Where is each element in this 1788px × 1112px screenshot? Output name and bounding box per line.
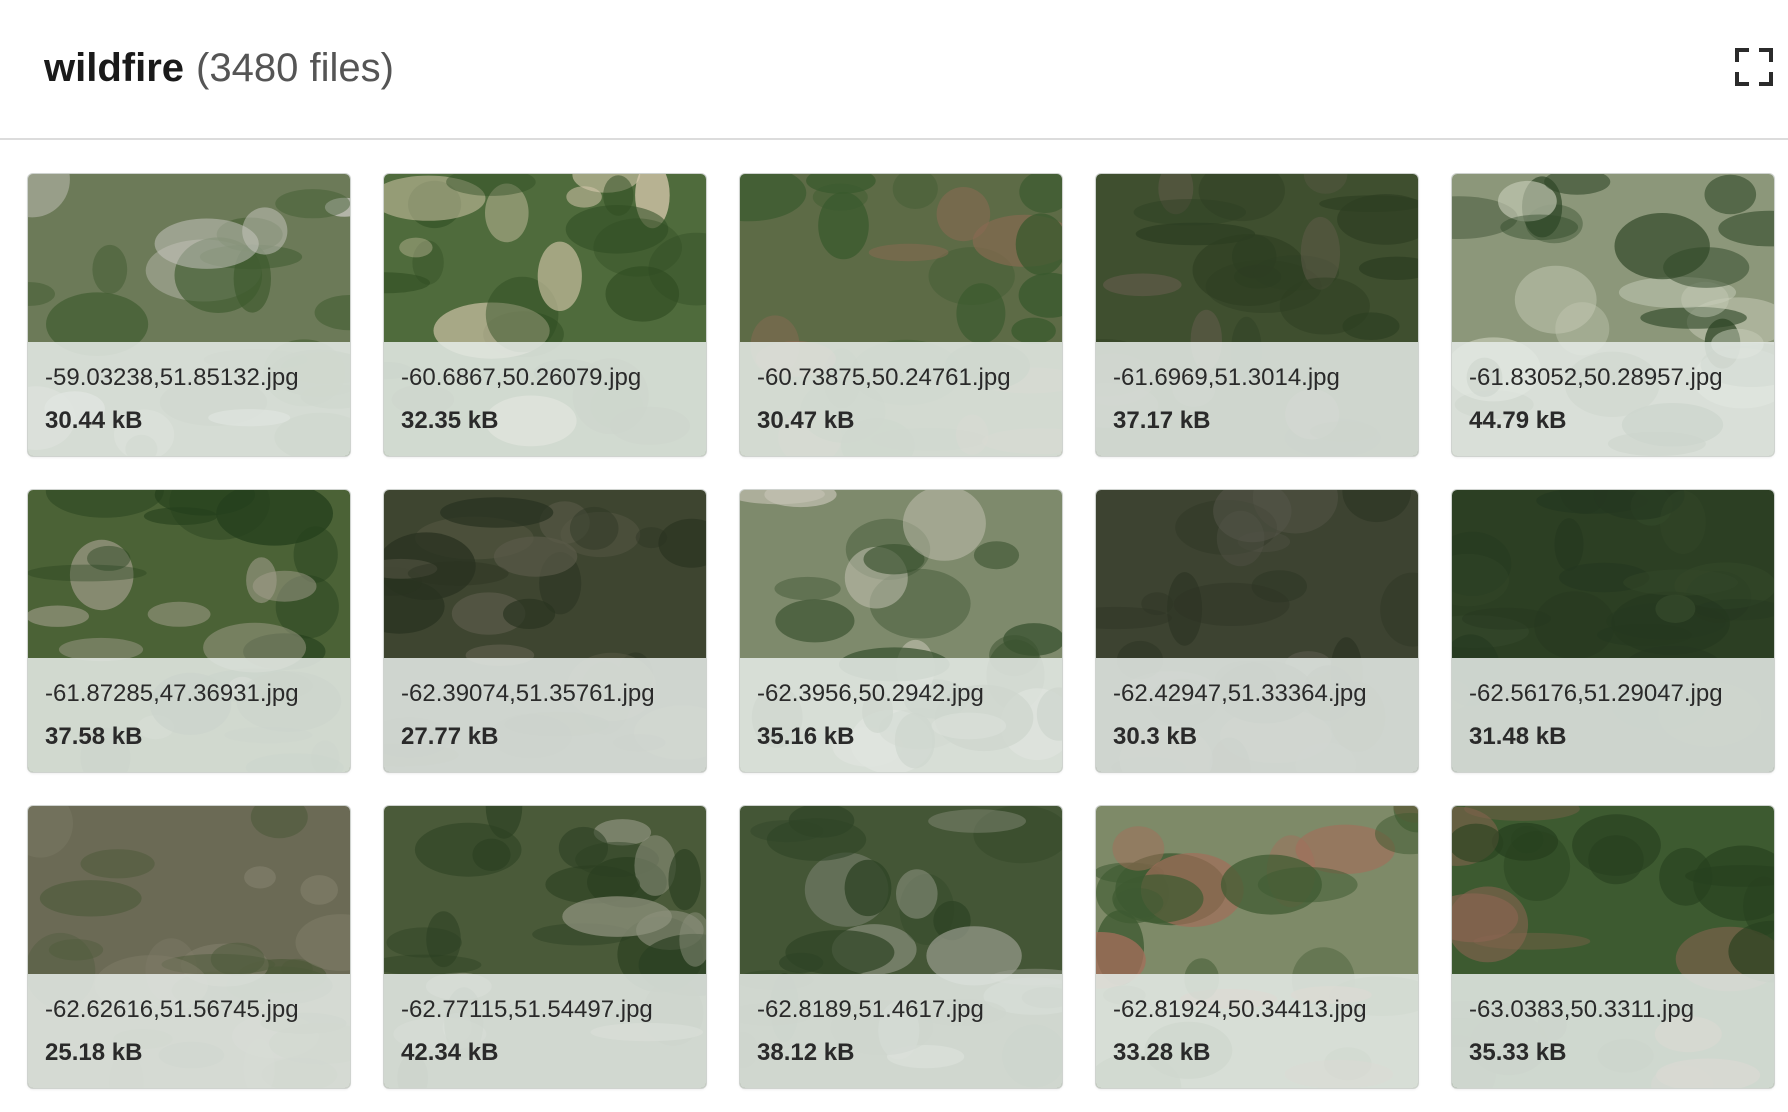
fullscreen-icon[interactable] <box>1735 48 1773 86</box>
file-name: -60.73875,50.24761.jpg <box>757 364 1011 391</box>
file-card[interactable]: -63.0383,50.3311.jpg 35.33 kB <box>1452 806 1774 1088</box>
file-size: 33.28 kB <box>1113 1039 1211 1066</box>
file-caption: -62.8189,51.4617.jpg 38.12 kB <box>740 974 1062 1088</box>
file-size: 30.44 kB <box>45 407 143 434</box>
file-name: -61.83052,50.28957.jpg <box>1469 364 1723 391</box>
file-name: -61.6969,51.3014.jpg <box>1113 364 1340 391</box>
gallery-header: wildfire (3480 files) <box>0 0 1788 140</box>
file-caption: -60.73875,50.24761.jpg 30.47 kB <box>740 342 1062 456</box>
file-card[interactable]: -62.77115,51.54497.jpg 42.34 kB <box>384 806 706 1088</box>
file-caption: -62.3956,50.2942.jpg 35.16 kB <box>740 658 1062 772</box>
file-name: -62.8189,51.4617.jpg <box>757 996 984 1023</box>
file-name: -62.42947,51.33364.jpg <box>1113 680 1367 707</box>
file-name: -62.56176,51.29047.jpg <box>1469 680 1723 707</box>
file-size: 44.79 kB <box>1469 407 1567 434</box>
file-caption: -62.56176,51.29047.jpg 31.48 kB <box>1452 658 1774 772</box>
file-size: 35.33 kB <box>1469 1039 1567 1066</box>
file-size: 30.3 kB <box>1113 723 1198 750</box>
file-size: 31.48 kB <box>1469 723 1567 750</box>
file-caption: -62.62616,51.56745.jpg 25.18 kB <box>28 974 350 1088</box>
file-size: 30.47 kB <box>757 407 855 434</box>
file-caption: -62.81924,50.34413.jpg 33.28 kB <box>1096 974 1418 1088</box>
file-caption: -61.83052,50.28957.jpg 44.79 kB <box>1452 342 1774 456</box>
file-size: 42.34 kB <box>401 1039 499 1066</box>
file-caption: -61.6969,51.3014.jpg 37.17 kB <box>1096 342 1418 456</box>
file-name: -59.03238,51.85132.jpg <box>45 364 299 391</box>
file-card[interactable]: -60.73875,50.24761.jpg 30.47 kB <box>740 174 1062 456</box>
file-count: (3480 files) <box>196 46 394 90</box>
file-caption: -60.6867,50.26079.jpg 32.35 kB <box>384 342 706 456</box>
file-card[interactable]: -62.3956,50.2942.jpg 35.16 kB <box>740 490 1062 772</box>
file-size: 35.16 kB <box>757 723 855 750</box>
file-card[interactable]: -61.87285,47.36931.jpg 37.58 kB <box>28 490 350 772</box>
dataset-name: wildfire <box>44 46 185 90</box>
file-card[interactable]: -61.6969,51.3014.jpg 37.17 kB <box>1096 174 1418 456</box>
file-caption: -62.42947,51.33364.jpg 30.3 kB <box>1096 658 1418 772</box>
file-card[interactable]: -60.6867,50.26079.jpg 32.35 kB <box>384 174 706 456</box>
file-size: 38.12 kB <box>757 1039 855 1066</box>
file-caption: -62.77115,51.54497.jpg 42.34 kB <box>384 974 706 1088</box>
file-name: -62.3956,50.2942.jpg <box>757 680 984 707</box>
file-caption: -63.0383,50.3311.jpg 35.33 kB <box>1452 974 1774 1088</box>
file-card[interactable]: -62.42947,51.33364.jpg 30.3 kB <box>1096 490 1418 772</box>
gallery-title: wildfire (3480 files) <box>44 42 394 94</box>
file-name: -62.77115,51.54497.jpg <box>401 996 653 1023</box>
file-name: -61.87285,47.36931.jpg <box>45 680 299 707</box>
file-size: 32.35 kB <box>401 407 499 434</box>
file-size: 25.18 kB <box>45 1039 143 1066</box>
file-caption: -59.03238,51.85132.jpg 30.44 kB <box>28 342 350 456</box>
file-name: -62.62616,51.56745.jpg <box>45 996 299 1023</box>
file-name: -62.39074,51.35761.jpg <box>401 680 655 707</box>
file-card[interactable]: -59.03238,51.85132.jpg 30.44 kB <box>28 174 350 456</box>
file-size: 37.58 kB <box>45 723 143 750</box>
file-caption: -61.87285,47.36931.jpg 37.58 kB <box>28 658 350 772</box>
file-card[interactable]: -62.39074,51.35761.jpg 27.77 kB <box>384 490 706 772</box>
file-size: 27.77 kB <box>401 723 499 750</box>
fullscreen-icon-svg <box>1735 48 1773 86</box>
file-caption: -62.39074,51.35761.jpg 27.77 kB <box>384 658 706 772</box>
file-name: -63.0383,50.3311.jpg <box>1469 996 1695 1023</box>
file-card[interactable]: -61.83052,50.28957.jpg 44.79 kB <box>1452 174 1774 456</box>
file-size: 37.17 kB <box>1113 407 1211 434</box>
file-card[interactable]: -62.81924,50.34413.jpg 33.28 kB <box>1096 806 1418 1088</box>
file-grid: -59.03238,51.85132.jpg 30.44 kB -60.6867,5… <box>28 174 1778 1088</box>
file-card[interactable]: -62.56176,51.29047.jpg 31.48 kB <box>1452 490 1774 772</box>
file-card[interactable]: -62.62616,51.56745.jpg 25.18 kB <box>28 806 350 1088</box>
file-card[interactable]: -62.8189,51.4617.jpg 38.12 kB <box>740 806 1062 1088</box>
file-name: -62.81924,50.34413.jpg <box>1113 996 1367 1023</box>
file-name: -60.6867,50.26079.jpg <box>401 364 642 391</box>
